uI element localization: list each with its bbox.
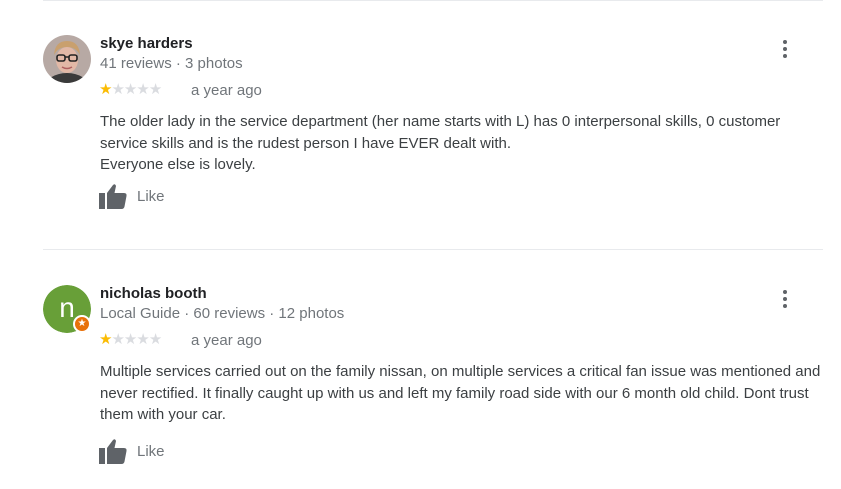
like-button[interactable]: Like	[99, 183, 165, 209]
reviewer-name[interactable]: skye harders	[100, 35, 193, 52]
like-label: Like	[137, 187, 165, 205]
star-filled-icon: ★	[99, 81, 112, 98]
reviewer-photo	[43, 35, 91, 83]
star-empty-icon: ★	[123, 331, 137, 348]
review-time: a year ago	[191, 82, 262, 99]
avatar[interactable]	[43, 35, 91, 83]
top-divider	[43, 0, 823, 1]
reviewer-meta: Local Guide · 60 reviews · 12 photos	[100, 305, 345, 322]
star-empty-icon: ★	[136, 331, 149, 348]
local-guide-star-icon: ★	[73, 315, 91, 333]
like-label: Like	[137, 442, 165, 460]
reviewer-meta: 41 reviews · 3 photos	[100, 55, 243, 72]
star-empty-icon: ★	[148, 331, 162, 348]
review-card: skye harders 41 reviews · 3 photos ★★★★★…	[0, 35, 841, 220]
star-empty-icon: ★	[148, 81, 162, 98]
more-options-button[interactable]	[776, 287, 794, 311]
star-empty-icon: ★	[111, 81, 124, 98]
reviewer-name[interactable]: nicholas booth	[100, 285, 207, 302]
star-rating: ★★★★★	[99, 331, 162, 349]
review-time: a year ago	[191, 332, 262, 349]
more-options-button[interactable]	[776, 37, 794, 61]
star-empty-icon: ★	[136, 81, 149, 98]
thumb-up-icon	[99, 439, 127, 464]
review-text-line: Everyone else is lovely.	[100, 156, 256, 173]
review-text: The older lady in the service department…	[100, 111, 825, 176]
star-empty-icon: ★	[123, 81, 137, 98]
like-button[interactable]: Like	[99, 438, 165, 464]
review-divider	[43, 249, 823, 250]
review-text-line: The older lady in the service department…	[100, 113, 781, 152]
star-empty-icon: ★	[111, 331, 124, 348]
star-rating: ★★★★★	[99, 81, 162, 99]
thumb-up-icon	[99, 184, 127, 209]
review-card: n ★ nicholas booth Local Guide · 60 revi…	[0, 285, 841, 475]
star-filled-icon: ★	[99, 331, 112, 348]
review-text: Multiple services carried out on the fam…	[100, 361, 825, 426]
review-text-line: Multiple services carried out on the fam…	[100, 363, 821, 423]
